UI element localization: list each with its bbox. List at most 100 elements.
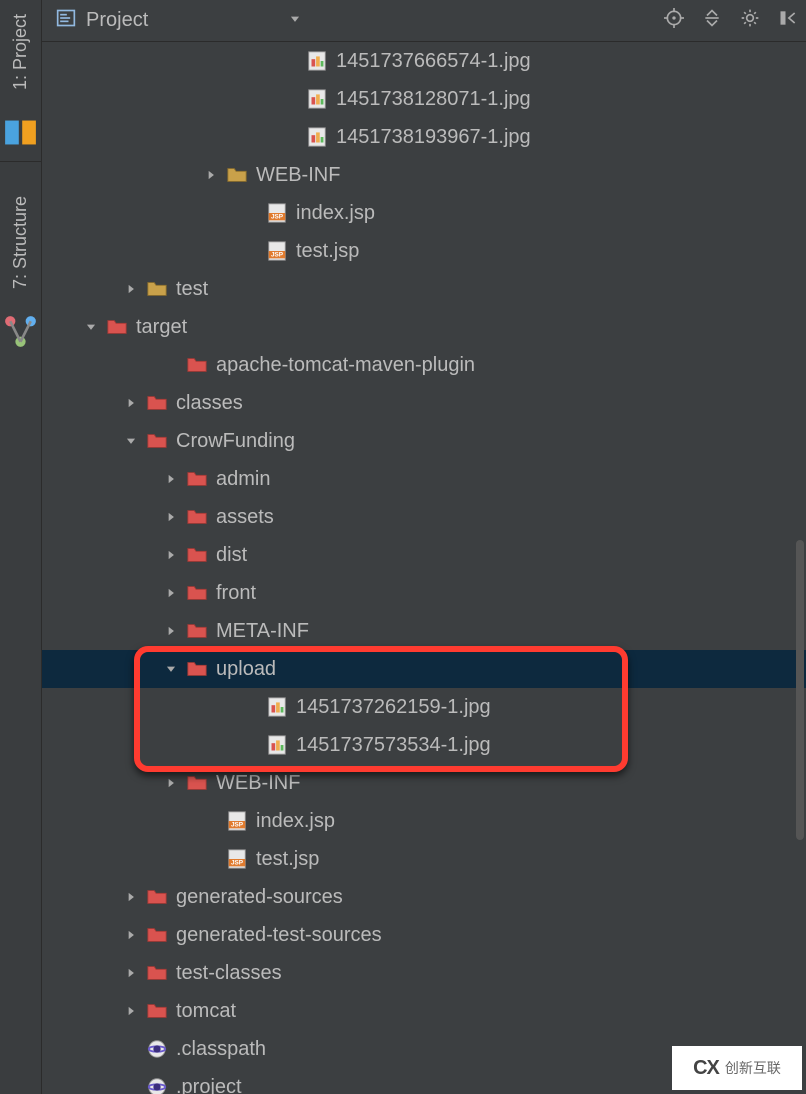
folder-r-icon <box>186 582 208 604</box>
tree-row[interactable]: apache-tomcat-maven-plugin <box>42 346 806 384</box>
tree-row[interactable]: generated-test-sources <box>42 916 806 954</box>
database-tool-icon[interactable] <box>0 104 41 161</box>
tree-row-label: test <box>176 270 208 308</box>
chevron-right-icon[interactable] <box>162 584 180 602</box>
tree-row-label: 1451738193967-1.jpg <box>336 118 531 156</box>
tree-row[interactable]: test <box>42 270 806 308</box>
chevron-right-icon[interactable] <box>162 546 180 564</box>
project-tree[interactable]: 1451737666574-1.jpg1451738128071-1.jpg14… <box>42 42 806 1094</box>
arrow-placeholder <box>242 204 260 222</box>
locate-icon[interactable] <box>664 8 684 33</box>
tree-row[interactable]: test-classes <box>42 954 806 992</box>
tree-row[interactable]: JSPindex.jsp <box>42 194 806 232</box>
arrow-placeholder <box>122 1040 140 1058</box>
tree-row-label: apache-tomcat-maven-plugin <box>216 346 475 384</box>
chevron-right-icon[interactable] <box>162 622 180 640</box>
folder-r-icon <box>146 886 168 908</box>
tree-row[interactable]: CrowFunding <box>42 422 806 460</box>
tree-row[interactable]: META-INF <box>42 612 806 650</box>
chevron-right-icon[interactable] <box>122 394 140 412</box>
chevron-down-icon[interactable] <box>162 660 180 678</box>
collapse-all-icon[interactable] <box>702 8 722 33</box>
tree-row[interactable]: 1451737666574-1.jpg <box>42 42 806 80</box>
rail-separator <box>0 161 41 162</box>
folder-r-icon <box>186 506 208 528</box>
tree-row-label: generated-sources <box>176 878 343 916</box>
hide-panel-icon[interactable] <box>778 8 798 33</box>
chevron-right-icon[interactable] <box>202 166 220 184</box>
tree-row[interactable]: 1451738193967-1.jpg <box>42 118 806 156</box>
chevron-right-icon[interactable] <box>122 926 140 944</box>
folder-o-icon <box>226 164 248 186</box>
eclipse-icon <box>146 1038 168 1060</box>
tree-row-label: WEB-INF <box>216 764 300 802</box>
tree-row-label: upload <box>216 650 276 688</box>
chevron-down-icon[interactable] <box>82 318 100 336</box>
tree-row[interactable]: classes <box>42 384 806 422</box>
tree-row-label: assets <box>216 498 274 536</box>
tree-row-label: dist <box>216 536 247 574</box>
tree-row-label: 1451737262159-1.jpg <box>296 688 491 726</box>
tree-row[interactable]: admin <box>42 460 806 498</box>
chevron-down-icon[interactable] <box>122 432 140 450</box>
structure-tool-icon[interactable] <box>0 303 41 360</box>
project-panel-header: Project <box>42 0 806 42</box>
arrow-placeholder <box>282 128 300 146</box>
folder-r-icon <box>186 468 208 490</box>
tree-row-label: 1451738128071-1.jpg <box>336 80 531 118</box>
folder-r-icon <box>186 772 208 794</box>
project-view-icon <box>56 8 76 34</box>
folder-r-icon <box>186 354 208 376</box>
tree-row-label: admin <box>216 460 270 498</box>
tree-row[interactable]: 1451737573534-1.jpg <box>42 726 806 764</box>
folder-o-icon <box>146 278 168 300</box>
tree-row[interactable]: upload <box>42 650 806 688</box>
chevron-right-icon[interactable] <box>122 280 140 298</box>
eclipse-icon <box>146 1076 168 1094</box>
tree-row[interactable]: JSP test.jsp <box>42 840 806 878</box>
folder-r-icon <box>146 392 168 414</box>
tree-row[interactable]: target <box>42 308 806 346</box>
settings-icon[interactable] <box>740 8 760 33</box>
img-icon <box>306 50 328 72</box>
tree-row[interactable]: JSPindex.jsp <box>42 802 806 840</box>
structure-tool-button[interactable]: 7: Structure <box>10 182 31 303</box>
tree-row[interactable]: 1451737262159-1.jpg <box>42 688 806 726</box>
tree-row[interactable]: tomcat <box>42 992 806 1030</box>
arrow-placeholder <box>162 356 180 374</box>
watermark-logo: CX <box>693 1057 719 1080</box>
tree-row-label: target <box>136 308 187 346</box>
jsp-icon: JSP <box>226 848 248 870</box>
tree-row-label: CrowFunding <box>176 422 295 460</box>
chevron-right-icon[interactable] <box>162 470 180 488</box>
tree-row[interactable]: assets <box>42 498 806 536</box>
tree-row-label: .classpath <box>176 1030 266 1068</box>
view-mode-dropdown[interactable] <box>288 9 302 32</box>
project-tool-button[interactable]: 1: Project <box>10 0 31 104</box>
tree-row[interactable]: JSPtest.jsp <box>42 232 806 270</box>
arrow-placeholder <box>202 812 220 830</box>
img-icon <box>306 126 328 148</box>
project-tool-label: 1: Project <box>10 14 31 90</box>
svg-text:JSP: JSP <box>271 252 284 259</box>
chevron-right-icon[interactable] <box>122 964 140 982</box>
tree-row[interactable]: dist <box>42 536 806 574</box>
img-icon <box>306 88 328 110</box>
tree-row[interactable]: generated-sources <box>42 878 806 916</box>
scrollbar-thumb[interactable] <box>796 540 804 840</box>
tree-row[interactable]: 1451738128071-1.jpg <box>42 80 806 118</box>
tree-row[interactable]: front <box>42 574 806 612</box>
tree-row-label: test.jsp <box>256 840 319 878</box>
chevron-right-icon[interactable] <box>122 888 140 906</box>
tree-row-label: classes <box>176 384 243 422</box>
arrow-placeholder <box>282 52 300 70</box>
chevron-right-icon[interactable] <box>162 774 180 792</box>
tree-row-label: tomcat <box>176 992 236 1030</box>
chevron-right-icon[interactable] <box>162 508 180 526</box>
folder-r-icon <box>186 620 208 642</box>
tree-row[interactable]: WEB-INF <box>42 156 806 194</box>
watermark-text: 创新互联 <box>725 1058 781 1078</box>
chevron-right-icon[interactable] <box>122 1002 140 1020</box>
tree-row-label: .project <box>176 1068 242 1094</box>
tree-row[interactable]: WEB-INF <box>42 764 806 802</box>
